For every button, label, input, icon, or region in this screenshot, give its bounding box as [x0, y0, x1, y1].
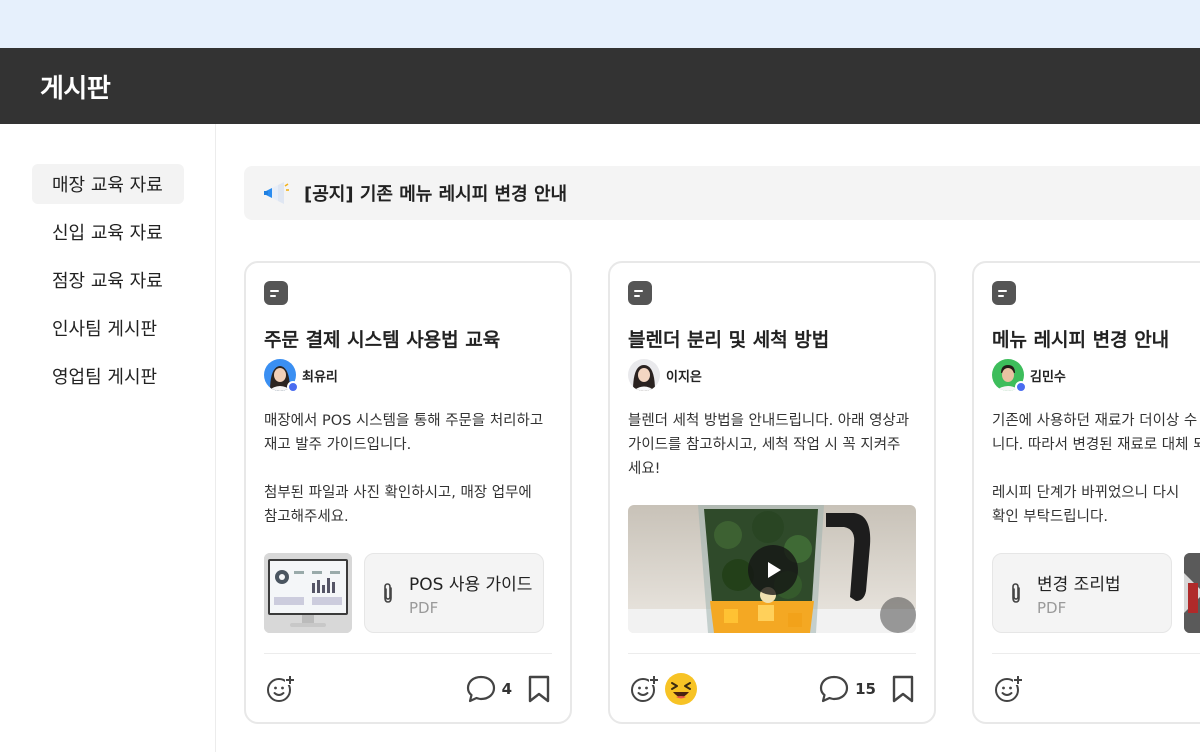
paperclip-icon: [1012, 583, 1020, 603]
add-reaction-button[interactable]: [992, 673, 1024, 705]
post-author[interactable]: 이지은: [628, 359, 702, 391]
post-body-line: 매장에서 POS 시스템을 통해 주문을 처리하고: [264, 413, 544, 429]
smiley-plus-icon: [995, 675, 1023, 702]
image-thumbnail[interactable]: [1184, 553, 1200, 633]
sidebar: 매장 교육 자료 신입 교육 자료 점장 교육 자료 인사팀 게시판 영업팀 게…: [0, 124, 216, 752]
bookmark-button[interactable]: [890, 674, 916, 704]
post-author[interactable]: 김민수: [992, 359, 1066, 393]
avatar: [628, 359, 660, 391]
top-band: [0, 0, 1200, 48]
post-body: 블렌더 세척 방법을 안내드립니다. 아래 영상과 가이드를 참고하시고, 세척…: [628, 409, 928, 481]
divider: [628, 653, 916, 654]
divider: [264, 653, 552, 654]
attachment-name: 변경 조리법: [1037, 574, 1121, 595]
comment-count: 15: [855, 680, 876, 698]
post-author[interactable]: 최유리: [264, 359, 338, 393]
sidebar-item-sales-board[interactable]: 영업팀 게시판: [32, 356, 184, 396]
post-card[interactable]: 메뉴 레시피 변경 안내 김민수 기존에 사용하던 재료가 더이상 수 니다. …: [972, 261, 1200, 724]
attachment-name: POS 사용 가이드: [409, 574, 533, 595]
comment-icon: [820, 675, 849, 703]
add-reaction-button[interactable]: [628, 673, 660, 705]
megaphone-icon: [262, 181, 290, 205]
post-type-icon: [628, 281, 652, 305]
post-body: 매장에서 POS 시스템을 통해 주문을 처리하고 재고 발주 가이드입니다. …: [264, 409, 564, 529]
bookmark-button[interactable]: [526, 674, 552, 704]
post-body-line: 가이드를 참고하시고, 세척 작업 시 꼭 지켜주: [628, 437, 901, 453]
bookmark-icon: [528, 675, 550, 703]
post-body-blank-line: [992, 457, 1200, 481]
sidebar-item-hr-board[interactable]: 인사팀 게시판: [32, 308, 184, 348]
post-body-blank-line: [264, 457, 564, 481]
play-icon: [768, 562, 781, 578]
notice-text: [공지] 기존 메뉴 레시피 변경 안내: [304, 184, 568, 205]
avatar: [264, 359, 299, 393]
main-content: [공지] 기존 메뉴 레시피 변경 안내 주문 결제 시스템 사용법 교육 최유…: [216, 124, 1200, 752]
post-footer: 15: [628, 669, 916, 709]
post-footer: 4: [264, 669, 552, 709]
avatar: [992, 359, 1027, 393]
video-thumbnail[interactable]: [628, 505, 916, 633]
comment-icon: [466, 675, 495, 703]
attachment-type: PDF: [1037, 598, 1067, 617]
author-name: 최유리: [302, 369, 338, 385]
add-reaction-button[interactable]: [264, 673, 296, 705]
sidebar-item-manager-training[interactable]: 점장 교육 자료: [32, 260, 184, 300]
laughing-emoji-reaction[interactable]: [664, 672, 698, 706]
file-attachment[interactable]: POS 사용 가이드 PDF: [364, 553, 544, 633]
post-body-line: 첨부된 파일과 사진 확인하시고, 매장 업무에: [264, 485, 532, 501]
image-thumbnail[interactable]: [264, 553, 352, 633]
author-name: 김민수: [1030, 369, 1066, 385]
play-button[interactable]: [748, 545, 798, 595]
post-footer: [992, 669, 1200, 709]
paperclip-icon: [384, 583, 392, 603]
comment-button[interactable]: 15: [819, 674, 876, 704]
smiley-plus-icon: [631, 675, 659, 702]
post-card[interactable]: 주문 결제 시스템 사용법 교육 최유리 매장에서 POS 시스템을 통해 주문…: [244, 261, 572, 724]
post-type-icon: [264, 281, 288, 305]
post-body-line: 세요!: [628, 461, 661, 477]
post-body-line: 참고해주세요.: [264, 509, 349, 525]
post-title[interactable]: 블렌더 분리 및 세척 방법: [628, 325, 829, 352]
post-body-line: 레시피 단계가 바뀌었으니 다시: [992, 485, 1180, 501]
post-title[interactable]: 메뉴 레시피 변경 안내: [992, 325, 1169, 352]
page-title: 게시판: [40, 73, 111, 104]
post-title[interactable]: 주문 결제 시스템 사용법 교육: [264, 325, 500, 352]
post-body: 기존에 사용하던 재료가 더이상 수 니다. 따라서 변경된 재료로 대체 되 …: [992, 409, 1200, 529]
comment-count: 4: [501, 680, 512, 698]
post-body-line: 니다. 따라서 변경된 재료로 대체 되: [992, 437, 1200, 453]
post-body-line: 확인 부탁드립니다.: [992, 509, 1108, 525]
post-card[interactable]: 블렌더 분리 및 세척 방법 이지은 블렌더 세척 방법을 안내드립니다. 아래…: [608, 261, 936, 724]
comment-button[interactable]: 4: [466, 674, 512, 704]
verified-star-icon: [287, 381, 299, 393]
post-body-line: 블렌더 세척 방법을 안내드립니다. 아래 영상과: [628, 413, 910, 429]
post-body-line: 재고 발주 가이드입니다.: [264, 437, 412, 453]
post-body-line: 기존에 사용하던 재료가 더이상 수: [992, 413, 1198, 429]
smiley-plus-icon: [267, 675, 295, 702]
divider: [992, 653, 1200, 654]
bookmark-icon: [892, 675, 914, 703]
file-attachment[interactable]: 변경 조리법 PDF: [992, 553, 1172, 633]
sidebar-item-newbie-training[interactable]: 신입 교육 자료: [32, 212, 184, 252]
post-type-icon: [992, 281, 1016, 305]
verified-star-icon: [1015, 381, 1027, 393]
author-name: 이지은: [666, 369, 702, 385]
attachment-type: PDF: [409, 598, 439, 617]
notice-banner[interactable]: [공지] 기존 메뉴 레시피 변경 안내: [244, 166, 1200, 220]
page-header: 게시판: [0, 48, 1200, 124]
sidebar-item-store-training[interactable]: 매장 교육 자료: [32, 164, 184, 204]
laughing-face-icon: [665, 673, 697, 705]
